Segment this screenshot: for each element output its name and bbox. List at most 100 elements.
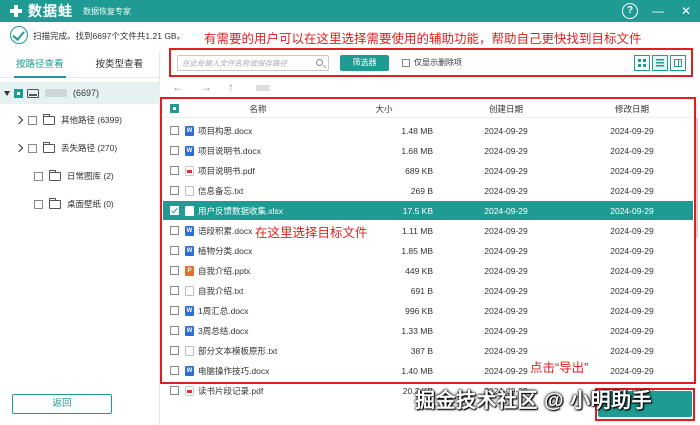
file-name: 读书片段记录.pdf — [198, 385, 264, 396]
table-row[interactable]: W 电脑操作技巧.docx 1.40 MB 2024-09-29 2024-09-29 — [163, 361, 693, 380]
logo-icon — [8, 4, 24, 18]
table-row[interactable]: P 自我介绍.pptx 449 KB 2024-09-29 2024-09-29 — [163, 261, 693, 280]
pdf-file-icon — [185, 385, 194, 396]
root-checkbox[interactable] — [14, 88, 23, 98]
grid-icon — [638, 59, 646, 67]
table-row[interactable]: 项目说明书.pdf 689 KB 2024-09-29 2024-09-29 — [163, 161, 693, 180]
detail-view-button[interactable] — [670, 55, 686, 71]
minimize-icon[interactable]: — — [650, 3, 666, 19]
item-checkbox[interactable] — [34, 199, 43, 209]
modified-date: 2024-09-29 — [610, 165, 654, 176]
created-date: 2024-09-29 — [484, 165, 528, 176]
row-checkbox[interactable] — [169, 206, 179, 215]
annotation-top: 有需要的用户可以在这里选择需要使用的辅助功能，帮助自己更快找到目标文件 — [204, 32, 642, 46]
show-deleted-checkbox[interactable] — [402, 58, 410, 67]
list-view-button[interactable] — [652, 55, 668, 71]
collapse-icon[interactable] — [4, 90, 10, 96]
file-name: 项目构思.docx — [198, 125, 253, 136]
item-checkbox[interactable] — [34, 171, 43, 181]
file-size: 449 KB — [405, 265, 433, 276]
tab-by-path[interactable]: 按路径查看 — [0, 52, 80, 78]
table-row[interactable]: W 1周汇总.docx 996 KB 2024-09-29 2024-09-29 — [163, 301, 693, 320]
app-name: 数据蛙 — [28, 3, 73, 19]
search-box[interactable] — [177, 55, 329, 71]
expand-icon[interactable] — [14, 143, 24, 153]
close-icon[interactable]: ✕ — [678, 3, 694, 19]
filter-button[interactable]: 筛选器 — [340, 55, 389, 71]
forward-arrow-icon[interactable]: → — [200, 80, 212, 94]
modified-date: 2024-09-29 — [610, 225, 654, 236]
sidebar-item-other-paths[interactable]: 其他路径 (6399) — [0, 110, 160, 130]
pdf-file-icon — [185, 165, 194, 176]
search-icon[interactable] — [316, 59, 323, 66]
drive-icon — [27, 88, 39, 98]
grid-view-button[interactable] — [634, 55, 650, 71]
show-deleted-toggle[interactable]: 仅显示删除项 — [402, 57, 462, 68]
view-mode-buttons — [632, 55, 686, 71]
table-row[interactable]: W 语段积累.docx 1.11 MB 2024-09-29 2024-09-29 — [163, 221, 693, 240]
file-name: 项目说明书.docx — [198, 145, 261, 156]
sidebar-item-desktop-wallpaper[interactable]: 桌面壁纸 (0) — [0, 194, 160, 214]
row-checkbox[interactable] — [169, 126, 179, 135]
check-circle-icon — [10, 26, 28, 44]
row-checkbox[interactable] — [169, 386, 179, 395]
created-date: 2024-09-29 — [484, 225, 528, 236]
modified-date: 2024-09-29 — [610, 125, 654, 136]
table-row[interactable]: 用户反馈数据收集.xlsx 17.5 KB 2024-09-29 2024-09-29 — [163, 201, 693, 220]
file-name: 项目说明书.pdf — [198, 165, 255, 176]
created-date: 2024-09-29 — [484, 305, 528, 316]
modified-date: 2024-09-29 — [610, 145, 654, 156]
row-checkbox[interactable] — [169, 326, 179, 335]
detail-pane-icon — [674, 59, 682, 67]
table-row[interactable]: 信息备忘.txt 269 B 2024-09-29 2024-09-29 — [163, 181, 693, 200]
table-row[interactable]: W 项目构思.docx 1.48 MB 2024-09-29 2024-09-29 — [163, 121, 693, 140]
row-checkbox[interactable] — [169, 286, 179, 295]
search-input[interactable] — [178, 56, 308, 70]
table-row[interactable]: 部分文本模板原形.txt 387 B 2024-09-29 2024-09-29 — [163, 341, 693, 360]
file-size: 691 B — [410, 285, 433, 296]
table-row[interactable]: 自我介绍.txt 691 B 2024-09-29 2024-09-29 — [163, 281, 693, 300]
row-checkbox[interactable] — [169, 146, 179, 155]
back-button[interactable]: 返回 — [12, 394, 112, 414]
sidebar-item-lost-paths[interactable]: 丢失路径 (270) — [0, 138, 160, 158]
row-checkbox[interactable] — [169, 246, 179, 255]
table-row[interactable]: W 植物分类.docx 1.85 MB 2024-09-29 2024-09-29 — [163, 241, 693, 260]
created-date: 2024-09-29 — [484, 205, 528, 216]
scan-status: 扫描完成。找到6697个文件共1.21 GB。 — [33, 31, 186, 41]
file-name: 植物分类.docx — [198, 245, 253, 256]
row-checkbox[interactable] — [169, 346, 179, 355]
help-icon[interactable]: ? — [622, 3, 638, 19]
expand-icon[interactable] — [14, 115, 24, 125]
sidebar-item-label: 其他路径 (6399) — [61, 115, 122, 125]
root-count: (6697) — [73, 88, 100, 98]
header-created[interactable]: 创建日期 — [441, 103, 571, 115]
table-header: 名称 大小 创建日期 修改日期 — [163, 100, 693, 118]
scrollbar-thumb[interactable] — [694, 118, 698, 238]
sidebar-item-daily-gallery[interactable]: 日常图库 (2) — [0, 166, 160, 186]
tree-root[interactable]: (6697) — [0, 82, 160, 104]
file-name: 信息备忘.txt — [198, 185, 244, 196]
header-name[interactable]: 名称 — [181, 103, 335, 115]
created-date: 2024-09-29 — [484, 325, 528, 336]
created-date: 2024-09-29 — [484, 185, 528, 196]
txt-file-icon — [185, 185, 194, 196]
row-checkbox[interactable] — [169, 186, 179, 195]
app-logo: 数据蛙 — [8, 1, 73, 21]
back-arrow-icon[interactable]: ← — [172, 80, 184, 94]
table-row[interactable]: W 项目说明书.docx 1.68 MB 2024-09-29 2024-09-29 — [163, 141, 693, 160]
docx-file-icon: W — [185, 225, 194, 236]
row-checkbox[interactable] — [169, 366, 179, 375]
table-row[interactable]: W 3周总结.docx 1.33 MB 2024-09-29 2024-09-29 — [163, 321, 693, 340]
select-all-checkbox[interactable] — [169, 104, 179, 113]
watermark: 掘金技术社区 @ 小明助手 — [415, 390, 653, 412]
row-checkbox[interactable] — [169, 166, 179, 175]
row-checkbox[interactable] — [169, 226, 179, 235]
item-checkbox[interactable] — [28, 143, 37, 153]
tab-by-type[interactable]: 按类型查看 — [80, 52, 160, 77]
item-checkbox[interactable] — [28, 115, 37, 125]
row-checkbox[interactable] — [169, 266, 179, 275]
header-modified[interactable]: 修改日期 — [571, 103, 693, 115]
row-checkbox[interactable] — [169, 306, 179, 315]
up-arrow-icon[interactable]: ↑ — [228, 80, 234, 94]
header-size[interactable]: 大小 — [335, 103, 435, 115]
